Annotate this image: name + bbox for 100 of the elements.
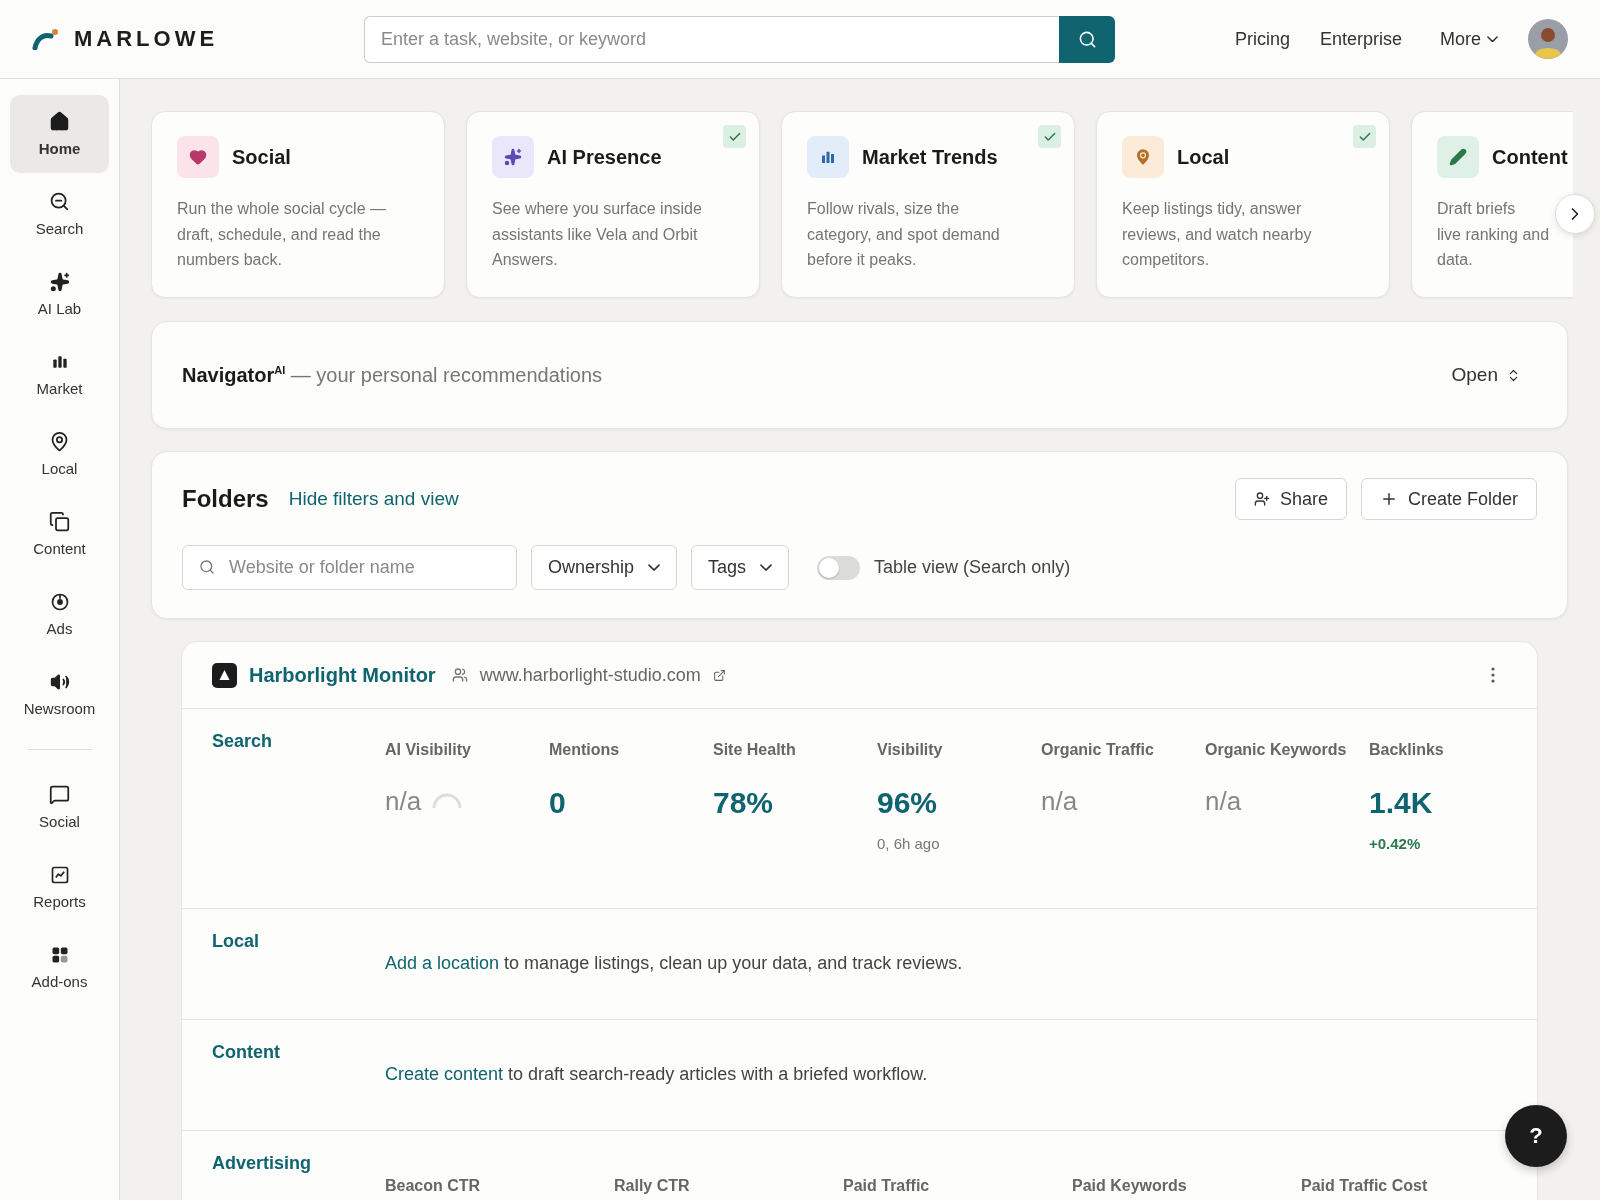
sidebar-item[interactable]: Home <box>10 95 109 173</box>
feature-card[interactable]: Market Trends Follow rivals, size the category, and spot demand before it peaks. <box>781 111 1075 298</box>
metric-label: Paid Traffic Cost <box>1301 1177 1429 1196</box>
caret-icon <box>760 563 773 572</box>
sidebar-item[interactable]: Add-ons <box>10 928 109 1006</box>
feature-card[interactable]: AI Presence See where you surface inside assistants like Vela and Orbit Answers. <box>466 111 760 298</box>
card-title: AI Presence <box>547 145 662 169</box>
map-pin-icon <box>1133 147 1153 167</box>
card-title: Social <box>232 145 291 169</box>
card-title: Content <box>1492 145 1568 169</box>
sidebar-item[interactable]: AI Lab <box>10 255 109 333</box>
sidebar-item[interactable]: Ads <box>10 575 109 653</box>
prompt-text: Add a location to manage listings, clean up your data, and track reviews. <box>385 953 964 975</box>
card-description: Follow rivals, size the category, and spot demand before it peaks. <box>807 199 1000 270</box>
logo-text: MARLOWE <box>74 26 219 52</box>
loading-spinner-icon <box>431 792 464 810</box>
nav-link[interactable]: Enterprise <box>1319 28 1402 50</box>
avatar[interactable] <box>1528 19 1568 59</box>
home-icon <box>49 111 70 132</box>
kebab-icon <box>1491 667 1495 683</box>
prompt-link[interactable]: Add a location <box>385 953 500 973</box>
metric-note: 0, 6h ago <box>877 835 940 852</box>
table-view-toggle[interactable] <box>817 555 861 580</box>
metric-label: Rally CTR <box>614 1177 691 1196</box>
section-title: Search <box>212 731 274 753</box>
section-title: Content <box>212 1042 281 1064</box>
logo-icon <box>32 28 60 50</box>
metric-value: n/a <box>385 785 422 817</box>
metric-label: Visibility <box>877 741 943 759</box>
card-description: Keep listings tidy, answer reviews, and watch nearby competitors. <box>1122 199 1312 270</box>
speaker-icon <box>49 671 70 692</box>
metric-label: Beacon CTR <box>385 1177 482 1196</box>
sparkle-icon <box>504 148 522 166</box>
metric-label: Paid Keywords <box>1072 1177 1188 1196</box>
metric-label: AI Visibility <box>385 741 471 759</box>
search-icon <box>199 559 215 575</box>
sparkle-icon <box>49 271 70 292</box>
help-button[interactable]: ? <box>1505 1105 1567 1167</box>
more-menu[interactable]: More <box>1440 28 1498 50</box>
metric-value: 1.4K <box>1369 786 1433 820</box>
folders-title: Folders <box>182 485 269 513</box>
site-logo-icon <box>212 662 237 688</box>
site-url[interactable]: www.harborlight-studio.com <box>479 664 701 686</box>
card-description: Run the whole social cycle — draft, schedule, and read the numbers back. <box>177 199 386 270</box>
map-pin-icon <box>49 431 70 452</box>
metric-note: +0.42% <box>1369 835 1421 852</box>
sidebar-item[interactable]: Reports <box>10 848 109 926</box>
site-name[interactable]: Harborlight Monitor <box>249 663 436 687</box>
folder-search-field[interactable]: Website or folder name <box>182 545 517 590</box>
copy-icon <box>49 511 70 532</box>
toggle-label: Table view (Search only) <box>874 557 1071 578</box>
metric-value: 0 <box>549 786 566 820</box>
search-icon <box>49 191 70 212</box>
external-link-icon <box>712 668 726 682</box>
nav-link[interactable]: Pricing <box>1234 28 1290 50</box>
caret-icon <box>648 563 661 572</box>
metric-value: 96% <box>877 786 938 820</box>
metric-label: Backlinks <box>1369 741 1444 759</box>
feature-card[interactable]: Social Run the whole social cycle — draft, schedule, and read the numbers back. <box>151 111 445 298</box>
metric-value: 78% <box>713 786 774 820</box>
filter-dropdown[interactable]: Tags <box>691 545 790 590</box>
sidebar-item[interactable]: Local <box>10 415 109 493</box>
card-title: Market Trends <box>862 145 998 169</box>
prompt-text: Create content to draft search-ready articles with a briefed workflow. <box>385 1064 929 1086</box>
line-chart-icon <box>49 864 70 885</box>
metric-label: Paid Traffic <box>843 1177 931 1196</box>
card-description: See where you surface inside assistants like Vela and Orbit Answers. <box>492 199 702 270</box>
card-title: Local <box>1177 145 1230 169</box>
add-user-icon <box>1253 491 1270 507</box>
metric-label: Site Health <box>713 741 796 759</box>
search-icon <box>1077 29 1097 49</box>
sidebar-item[interactable]: Market <box>10 335 109 413</box>
heart-icon <box>189 148 207 166</box>
caret-icon <box>1487 35 1498 43</box>
metric-label: Organic Keywords <box>1205 741 1347 759</box>
filter-dropdown[interactable]: Ownership <box>531 545 678 590</box>
sidebar-item[interactable]: Newsroom <box>10 655 109 733</box>
section-title: Advertising <box>212 1153 313 1175</box>
open-button[interactable]: Open <box>1445 363 1527 387</box>
card-description: Draft briefs live ranking and data. <box>1437 199 1550 270</box>
feature-card[interactable]: Content Draft briefs live ranking and data. <box>1411 111 1573 298</box>
users-icon <box>451 667 468 683</box>
filters-link[interactable]: Hide filters and view <box>288 488 459 510</box>
recommendations-title: Navigator$^{AI}$ — your personal recommendations <box>182 363 603 387</box>
feature-card[interactable]: Local Keep listings tidy, answer reviews, and watch nearby competitors. <box>1096 111 1390 298</box>
prompt-link[interactable]: Create content <box>385 1064 504 1084</box>
search-field[interactable]: Enter a task, website, or keyword <box>364 15 1059 63</box>
action-button[interactable]: Create Folder <box>1360 478 1537 520</box>
section-title: Local <box>212 931 260 953</box>
action-button[interactable]: Share <box>1234 478 1347 520</box>
metric-value: n/a <box>1041 785 1078 817</box>
chat-icon <box>49 784 70 805</box>
metric-label: Organic Traffic <box>1041 741 1154 759</box>
sidebar-item[interactable]: Content <box>10 495 109 573</box>
sidebar-item[interactable]: Social <box>10 768 109 846</box>
target-icon <box>49 591 70 612</box>
metric-value: n/a <box>1205 785 1242 817</box>
sidebar-item[interactable]: Search <box>10 175 109 253</box>
pencil-icon <box>1449 148 1467 166</box>
search-button[interactable] <box>1059 15 1115 63</box>
